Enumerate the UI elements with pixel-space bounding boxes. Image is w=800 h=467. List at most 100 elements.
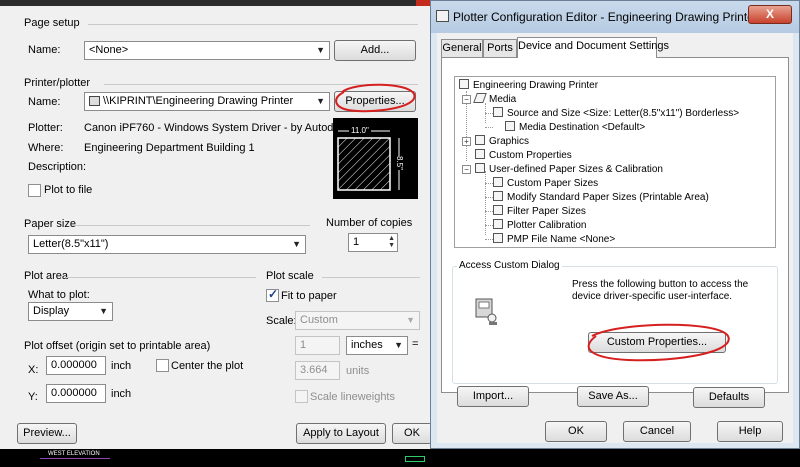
printer-icon	[89, 96, 100, 106]
app-icon	[436, 10, 449, 22]
access-description-line2: device driver-specific user-interface.	[572, 291, 733, 302]
expand-icon[interactable]: +	[462, 137, 471, 146]
where-label: Where:	[28, 142, 64, 154]
collapse-icon[interactable]: −	[462, 95, 471, 104]
defaults-button[interactable]: Defaults	[693, 387, 765, 408]
device-settings-panel: Engineering Drawing Printer − Media Sour…	[441, 57, 789, 393]
chevron-down-icon: ▼	[316, 45, 325, 55]
scale-select[interactable]: Custom ▼	[295, 311, 420, 330]
tab-device-settings[interactable]: Device and Document Settings	[517, 37, 669, 58]
plot-offset-title: Plot offset (origin set to printable are…	[24, 340, 211, 352]
plot-ok-button[interactable]: OK	[392, 423, 432, 444]
what-to-plot-select[interactable]: Display ▼	[28, 302, 113, 321]
scale-inches-input[interactable]: 1	[295, 336, 340, 355]
cancel-button[interactable]: Cancel	[623, 421, 691, 442]
preview-button[interactable]: Preview...	[17, 423, 77, 444]
offset-x-input[interactable]: 0.000000	[46, 356, 106, 375]
tree-media-destination[interactable]: Media Destination <Default>	[505, 121, 645, 134]
scale-lineweights-label: Scale lineweights	[310, 391, 395, 403]
center-plot-label: Center the plot	[171, 360, 244, 372]
what-to-plot-value: Display	[33, 305, 70, 317]
scale-inches-value: 1	[300, 339, 307, 351]
printer-name-label: Name:	[28, 96, 61, 108]
paper-size-icon	[493, 177, 503, 187]
scale-units-select[interactable]: inches ▼	[346, 336, 408, 355]
page-setup-name-label: Name:	[28, 44, 61, 56]
plotter-config-editor: Plotter Configuration Editor - Engineeri…	[430, 0, 800, 449]
spinner-icon[interactable]: ▲ ▼	[388, 235, 395, 249]
printer-group-title: Printer/plotter	[24, 77, 91, 89]
description-label: Description:	[28, 161, 87, 173]
scale-units-input[interactable]: 3.664	[295, 361, 340, 380]
scale-value: Custom	[300, 314, 338, 326]
close-button[interactable]: X	[748, 5, 792, 24]
offset-y-input[interactable]: 0.000000	[46, 384, 106, 403]
chevron-down-icon: ▼	[99, 306, 108, 316]
close-icon[interactable]	[416, 0, 430, 6]
offset-y-value: 0.000000	[51, 387, 97, 399]
offset-x-unit: inch	[111, 360, 132, 372]
plotter-value: Canon iPF760 - Windows System Driver - b…	[84, 122, 351, 134]
apply-to-layout-button[interactable]: Apply to Layout	[296, 423, 386, 444]
printer-select[interactable]: \\KIPRINT\Engineering Drawing Printer ▼	[84, 92, 330, 111]
plot-area-title: Plot area	[24, 270, 69, 282]
tree-plotter-calibration[interactable]: Plotter Calibration	[493, 219, 586, 232]
center-plot-checkbox[interactable]	[156, 359, 169, 372]
save-as-button[interactable]: Save As...	[577, 386, 649, 407]
media-icon	[473, 93, 487, 103]
cad-background-strip: WEST ELEVATION	[0, 449, 800, 467]
cad-line	[40, 458, 110, 459]
ok-button[interactable]: OK	[545, 421, 607, 442]
plot-dialog: Page setup Name: <None> ▼ Add... Printer…	[0, 0, 432, 467]
paper-size-title: Paper size	[24, 218, 76, 230]
chevron-down-icon: ▼	[316, 96, 325, 106]
offset-x-value: 0.000000	[51, 359, 97, 371]
chevron-down-icon: ▼	[394, 340, 403, 350]
plot-to-file-checkbox[interactable]	[28, 184, 41, 197]
scale-label: Scale:	[266, 315, 297, 327]
chevron-down-icon: ▼	[406, 315, 415, 325]
paper-size-select[interactable]: Letter(8.5"x11") ▼	[28, 235, 306, 254]
tree-pmp-file[interactable]: PMP File Name <None>	[493, 233, 615, 246]
tab-general[interactable]: General	[441, 39, 483, 58]
printer-icon	[459, 79, 469, 89]
tree-filter-paper[interactable]: Filter Paper Sizes	[493, 205, 586, 218]
graphics-icon	[475, 135, 485, 145]
pce-title: Plotter Configuration Editor - Engineeri…	[453, 10, 758, 24]
tree-source-size[interactable]: Source and Size <Size: Letter(8.5"x11") …	[493, 107, 739, 120]
offset-y-unit: inch	[111, 388, 132, 400]
tree-graphics[interactable]: Graphics	[475, 135, 529, 148]
printer-name-value: \\KIPRINT\Engineering Drawing Printer	[103, 95, 294, 107]
page-setup-title: Page setup	[24, 17, 80, 29]
tree-user-defined[interactable]: User-defined Paper Sizes & Calibration	[475, 163, 663, 176]
tree-root[interactable]: Engineering Drawing Printer	[459, 79, 598, 92]
tab-ports[interactable]: Ports	[483, 39, 517, 58]
tree-modify-standard[interactable]: Modify Standard Paper Sizes (Printable A…	[493, 191, 709, 204]
scale-lineweights-checkbox[interactable]	[295, 390, 308, 403]
scale-units-value: inches	[351, 339, 383, 351]
page-setup-select[interactable]: <None> ▼	[84, 41, 330, 60]
tree-media[interactable]: Media	[473, 93, 516, 106]
add-page-setup-button[interactable]: Add...	[334, 40, 416, 61]
calibration-icon	[493, 219, 503, 229]
import-button[interactable]: Import...	[457, 386, 529, 407]
page-setup-value: <None>	[89, 44, 129, 56]
tree-custom-properties[interactable]: Custom Properties	[475, 149, 572, 162]
fit-to-paper-checkbox[interactable]	[266, 287, 279, 302]
file-icon	[493, 233, 503, 243]
pce-body: General Ports Device and Document Settin…	[437, 33, 793, 443]
preview-height-label: 8.5"	[395, 156, 404, 170]
tree-custom-paper-sizes[interactable]: Custom Paper Sizes	[493, 177, 598, 190]
preview-width-label: 11.0"	[349, 126, 371, 135]
plot-to-file-label: Plot to file	[44, 184, 93, 196]
copies-input[interactable]: 1 ▲ ▼	[348, 233, 398, 252]
help-button[interactable]: Help	[717, 421, 783, 442]
collapse-icon[interactable]: −	[462, 165, 471, 174]
offset-x-label: X:	[28, 364, 39, 376]
chevron-down-icon: ▼	[292, 239, 301, 249]
offset-y-label: Y:	[28, 391, 38, 403]
access-custom-dialog-title: Access Custom Dialog	[457, 260, 562, 271]
plot-scale-title: Plot scale	[266, 270, 314, 282]
what-to-plot-label: What to plot:	[28, 289, 90, 301]
scale-units-input-value: 3.664	[300, 364, 328, 376]
